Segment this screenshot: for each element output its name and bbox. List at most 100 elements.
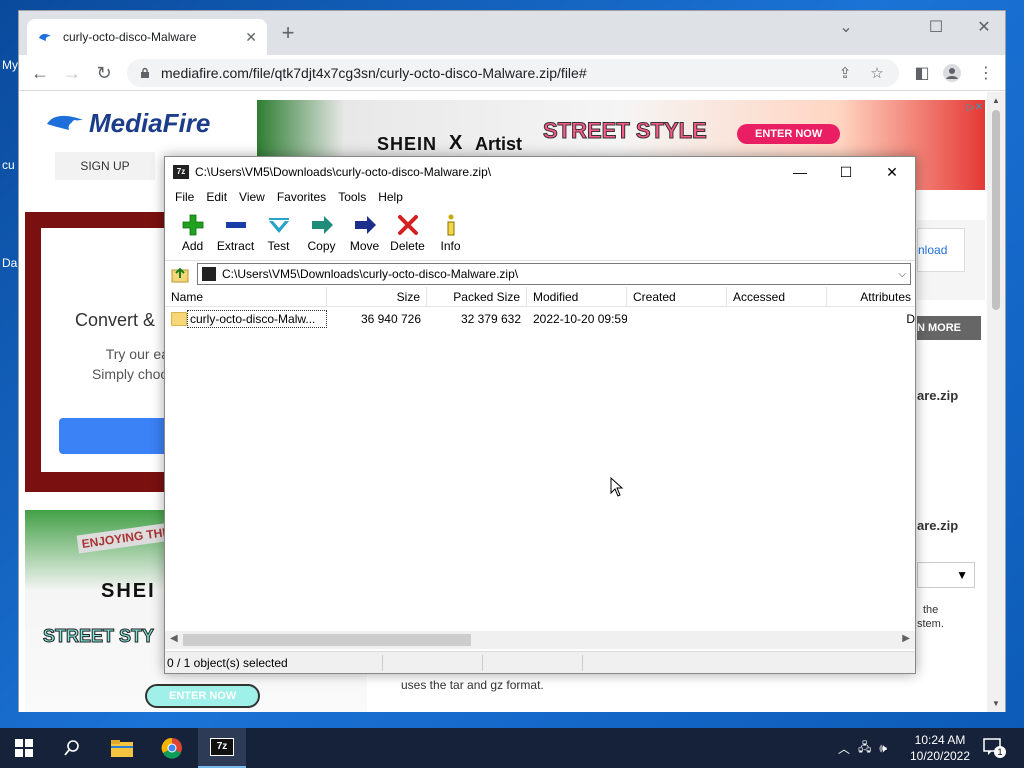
info-button[interactable]: Info: [429, 209, 472, 260]
column-packed-size[interactable]: Packed Size: [427, 287, 527, 307]
dropdown[interactable]: ▼: [917, 562, 975, 588]
download-box: nload N MORE: [917, 220, 985, 340]
extract-button[interactable]: Extract: [214, 209, 257, 260]
start-button[interactable]: [0, 728, 48, 768]
download-link[interactable]: nload: [917, 228, 965, 272]
tar-description: uses the tar and gz format.: [401, 678, 544, 692]
side-panel-icon[interactable]: ◧: [911, 63, 933, 85]
menu-edit[interactable]: Edit: [200, 190, 233, 204]
ad-street-style: STREET STYLE: [543, 118, 708, 144]
network-icon[interactable]: 🖧: [858, 738, 871, 759]
file-attributes: D: [906, 312, 915, 326]
archive-icon: [202, 267, 216, 281]
status-segment: [483, 655, 583, 671]
column-size[interactable]: Size: [327, 287, 427, 307]
info-label: Info: [440, 239, 461, 253]
path-combobox[interactable]: C:\Users\VM5\Downloads\curly-octo-disco-…: [197, 263, 911, 285]
menu-file[interactable]: File: [169, 190, 200, 204]
learn-more-button[interactable]: N MORE: [917, 316, 981, 340]
file-name-partial: are.zip: [917, 388, 959, 403]
hscroll-thumb[interactable]: [183, 634, 471, 646]
folder-up-icon[interactable]: [169, 263, 191, 285]
table-row[interactable]: curly-octo-disco-Malw... 36 940 726 32 3…: [165, 309, 915, 329]
ad-enter-now-button[interactable]: ENTER NOW: [737, 124, 841, 144]
desktop-icon-label[interactable]: My: [2, 58, 18, 72]
scroll-up-arrow-icon[interactable]: ▲: [991, 96, 1001, 105]
extract-icon: [225, 222, 246, 228]
chrome-menu-icon[interactable]: ⋮: [975, 63, 997, 85]
column-accessed[interactable]: Accessed: [727, 287, 827, 307]
column-name[interactable]: Name: [165, 287, 327, 307]
page-scrollbar[interactable]: ▲ ▼: [987, 92, 1005, 712]
copy-label: Copy: [307, 239, 336, 253]
share-icon[interactable]: ⇪: [835, 64, 855, 82]
close-window-button[interactable]: ✕: [969, 17, 999, 37]
7zip-taskbar[interactable]: 7z: [198, 728, 246, 768]
column-modified[interactable]: Modified: [527, 287, 627, 307]
chevron-up-icon[interactable]: ︿: [838, 740, 850, 757]
system-tray: ︿ 🖧 🕪: [838, 728, 887, 768]
ad-brand-2: SHEI: [101, 580, 156, 602]
add-button[interactable]: Add: [171, 209, 214, 260]
column-created[interactable]: Created: [627, 287, 727, 307]
ad-enter-now-button-2[interactable]: ENTER NOW: [145, 684, 261, 708]
file-explorer-taskbar[interactable]: [98, 728, 146, 768]
search-button[interactable]: [48, 728, 96, 768]
desktop-icon-label[interactable]: cu: [2, 158, 15, 172]
chrome-taskbar[interactable]: [148, 728, 196, 768]
windows-logo-icon: [15, 739, 33, 757]
close-tab-icon[interactable]: ✕: [245, 29, 257, 46]
browser-tab[interactable]: curly-octo-disco-Malware ✕: [27, 19, 267, 55]
desktop-icon-label[interactable]: Da: [2, 256, 17, 270]
tab-search-icon[interactable]: ⌄: [831, 17, 861, 37]
column-attributes[interactable]: Attributes: [827, 287, 915, 307]
ad-street-2: STREET STY: [42, 626, 155, 647]
scroll-right-arrow-icon[interactable]: ▶: [902, 633, 910, 644]
chevron-down-icon[interactable]: ⌵: [898, 269, 906, 280]
bookmark-star-icon[interactable]: ☆: [867, 64, 887, 82]
reload-button[interactable]: ↻: [93, 62, 115, 84]
minimize-button[interactable]: —: [777, 157, 823, 187]
url-text: mediafire.com/file/qtk7djt4x7cg3sn/curly…: [161, 65, 587, 81]
ad-x: X: [449, 132, 463, 154]
right-text-the: the: [923, 604, 939, 616]
scroll-left-arrow-icon[interactable]: ◀: [170, 633, 178, 644]
copy-button[interactable]: Copy: [300, 209, 343, 260]
signup-button[interactable]: SIGN UP: [55, 152, 155, 180]
extract-label: Extract: [216, 239, 255, 253]
forward-button[interactable]: →: [61, 62, 83, 84]
profile-icon: [943, 64, 961, 82]
new-tab-button[interactable]: +: [277, 22, 299, 45]
test-button[interactable]: Test: [257, 209, 300, 260]
maximize-button[interactable]: ☐: [921, 17, 951, 37]
mediafire-favicon-icon: [39, 33, 51, 41]
address-bar[interactable]: mediafire.com/file/qtk7djt4x7cg3sn/curly…: [127, 59, 899, 87]
notification-center[interactable]: 1: [982, 736, 1006, 760]
test-icon: [268, 218, 289, 233]
ad-choices-icon[interactable]: ▷✕: [967, 102, 983, 113]
clock[interactable]: 10:24 AM 10/20/2022: [906, 732, 974, 764]
mediafire-logo[interactable]: MediaFire: [45, 108, 210, 139]
volume-icon[interactable]: 🕪: [879, 741, 887, 756]
profile-avatar[interactable]: [941, 63, 963, 85]
menu-favorites[interactable]: Favorites: [271, 190, 332, 204]
menu-tools[interactable]: Tools: [332, 190, 372, 204]
move-button[interactable]: Move: [343, 209, 386, 260]
right-text-stem: stem.: [917, 618, 944, 630]
scrollbar-thumb[interactable]: [992, 110, 1000, 310]
address-row: C:\Users\VM5\Downloads\curly-octo-disco-…: [165, 261, 915, 287]
move-icon: [354, 216, 376, 234]
horizontal-scrollbar[interactable]: ◀ ▶: [165, 631, 915, 649]
notification-count-badge: 1: [994, 746, 1006, 758]
file-name: curly-octo-disco-Malw...: [187, 310, 327, 328]
delete-button[interactable]: Delete: [386, 209, 429, 260]
7zip-titlebar[interactable]: 7z C:\Users\VM5\Downloads\curly-octo-dis…: [165, 157, 915, 187]
convert-button[interactable]: [59, 418, 179, 454]
maximize-button[interactable]: ☐: [823, 157, 869, 187]
scroll-down-arrow-icon[interactable]: ▼: [991, 699, 1001, 708]
close-button[interactable]: ✕: [869, 157, 915, 187]
back-button[interactable]: ←: [29, 62, 51, 84]
convert-card: Convert & Try our easy Simply choose c: [25, 212, 183, 492]
menu-help[interactable]: Help: [372, 190, 409, 204]
menu-view[interactable]: View: [233, 190, 271, 204]
